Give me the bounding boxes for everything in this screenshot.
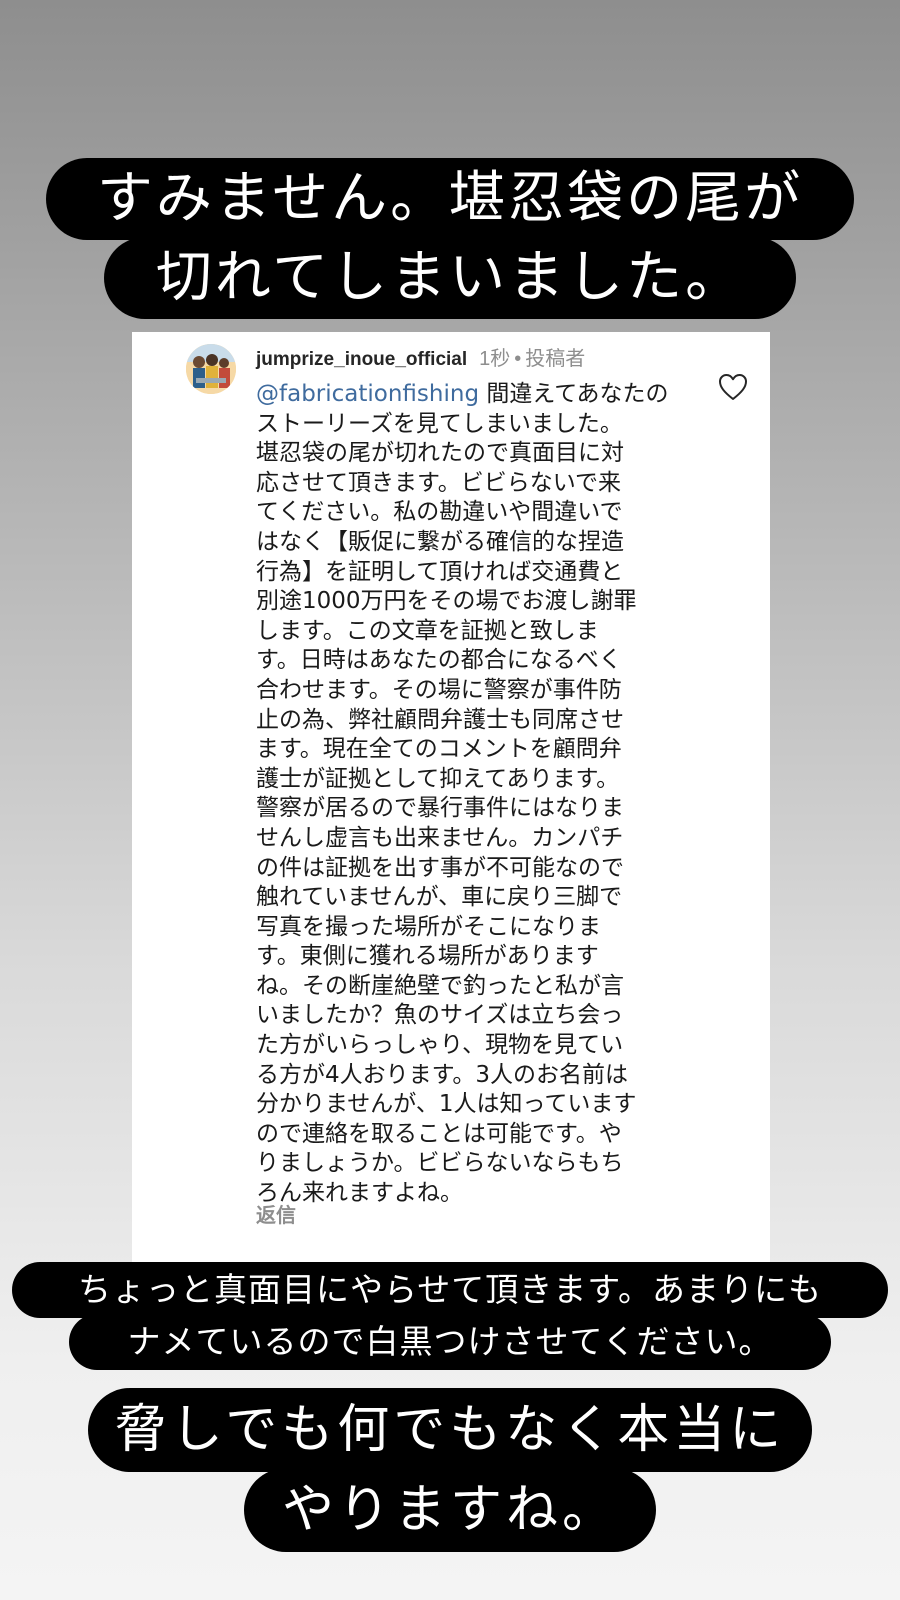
comment-line: 止の為、弊社顧問弁護士も同席させ [256,706,624,733]
comment-timestamp: 1秒 [479,348,511,370]
comment-line: はなく【販促に繋がる確信的な捏造 [256,528,624,555]
caption-middle-line-2: ナメているので白黒つけさせてください。 [69,1314,831,1370]
comment-line: いましたか？魚のサイズは立ち会っ [256,1002,624,1029]
story-caption-top: すみません。堪忍袋の尾が 切れてしまいました。 [0,158,900,319]
comment-line: 応させて頂きます。ビビらないで来 [256,469,622,496]
heart-outline-icon[interactable] [718,373,748,401]
comment-line: 護士が証拠として抑えてあります。 [256,765,620,792]
comment-line: 間違えてあなたの [479,381,669,407]
caption-bottom-line-2: やりますね。 [244,1468,656,1552]
comment-header: jumprize_inoue_official 1秒 • 投稿者 [256,346,585,373]
comment-line: 写真を撮った場所がそこになりま [256,913,601,940]
comment-line: 触れていませんが、車に戻り三脚で [256,884,623,911]
comment-line: 別途1000万円をその場でお渡し謝罪 [256,588,637,615]
caption-top-line-2: 切れてしまいました。 [104,237,796,319]
comment-line: の件は証拠を出す事が不可能なので [256,854,624,881]
comment-screenshot-card: jumprize_inoue_official 1秒 • 投稿者 @fabricati… [132,332,770,1272]
comment-line: せんし虚言も出来ません。カンパチ [256,824,624,851]
story-caption-middle: ちょっと真面目にやらせて頂きます。あまりにも ナメているので白黒つけさせてくださ… [0,1262,900,1370]
comment-line: ね。その断崖絶壁で釣ったと私が言 [256,972,624,999]
caption-top-line-1: すみません。堪忍袋の尾が [46,158,854,240]
caption-middle-line-1: ちょっと真面目にやらせて頂きます。あまりにも [12,1262,888,1318]
mention-link[interactable]: @fabricationfishing [256,381,479,407]
comment-line: 合わせます。その場に警察が事件防 [256,676,622,703]
comment-line: 分かりませんが、1人は知っています [256,1091,637,1118]
comment-text: @fabricationfishing 間違えてあなたの ストーリーズを見てしま… [256,380,696,1209]
comment-line: します。この文章を証拠と致しま [256,617,599,644]
avatar-photo-icon [186,344,236,394]
comment-line: りましょうか。ビビらないならもち [256,1150,624,1177]
comment-line: る方が4人おります。3人のお名前は [256,1061,628,1088]
meta-separator: • [514,348,522,370]
caption-bottom-line-1: 脅しでも何でもなく本当に [88,1388,812,1472]
comment-line: 行為】を証明して頂ければ交通費と [256,558,624,585]
comment-username[interactable]: jumprize_inoue_official [256,349,467,370]
comment-line: す。日時はあなたの都合になるべく [256,647,622,674]
comment-line: てください。私の勘違いや間違いで [256,499,623,526]
comment-line: 警察が居るので暴行事件にはなりま [256,795,624,822]
author-badge: 投稿者 [525,348,586,370]
comment-line: た方がいらっしゃり、現物を見てい [256,1032,624,1059]
story-caption-bottom: 脅しでも何でもなく本当に やりますね。 [0,1388,900,1552]
comment-line: す。東側に獲れる場所があります [256,943,599,970]
avatar[interactable] [186,344,236,394]
comment-line: 堪忍袋の尾が切れたので真面目に対 [256,440,624,467]
comment-line: ので連絡を取ることは可能です。や [256,1120,622,1147]
comment-line: ストーリーズを見てしまいました。 [256,410,623,437]
comment-line: ます。現在全てのコメントを顧問弁 [256,736,622,763]
reply-button[interactable]: 返信 [256,1202,296,1228]
